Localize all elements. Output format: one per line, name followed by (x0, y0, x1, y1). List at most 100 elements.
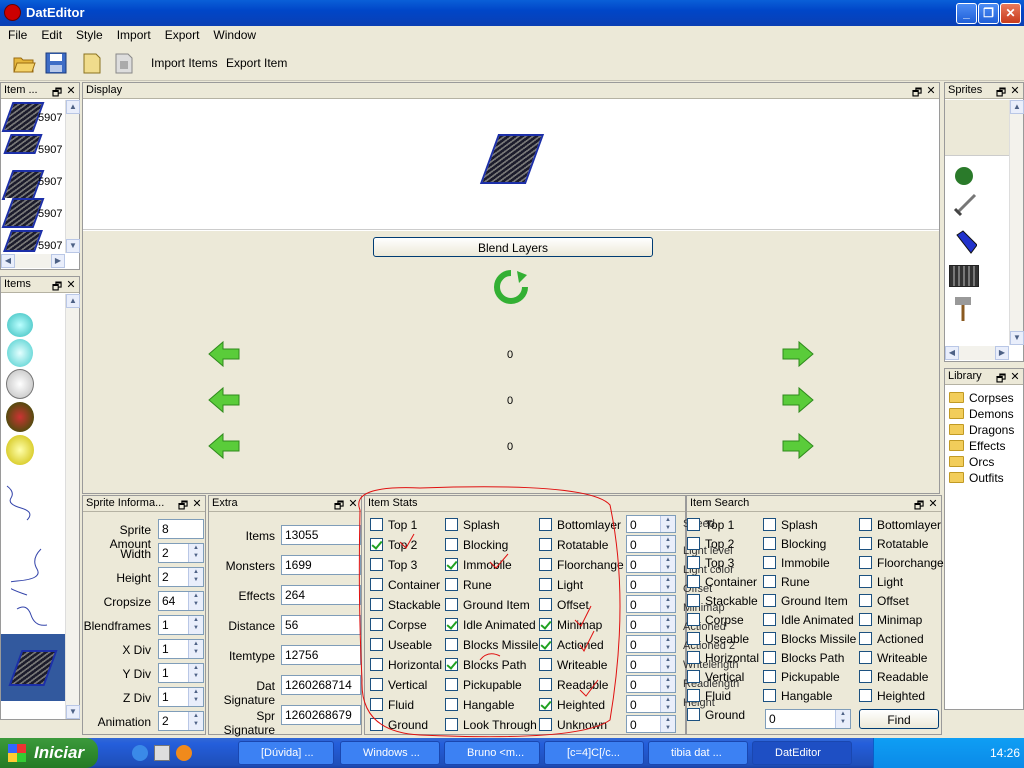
checkbox-hangable[interactable]: Hangable (445, 698, 514, 712)
search-checkbox-horizontal[interactable]: Horizontal (687, 651, 759, 665)
refresh-icon[interactable] (493, 269, 529, 305)
library-folder[interactable]: Demons (949, 407, 1014, 421)
checkbox-box[interactable] (445, 558, 458, 571)
checkbox-box[interactable] (763, 613, 776, 626)
checkbox-top-2[interactable]: Top 2 (370, 538, 417, 552)
spin-arrows-icon[interactable]: ▲ ▼ (660, 516, 675, 532)
task-button[interactable]: [c=4]C[/c... (544, 741, 644, 765)
search-value-stepper[interactable]: 0 ▲ ▼ (765, 709, 851, 729)
find-button[interactable]: Find (859, 709, 939, 729)
spin-arrows-icon[interactable]: ▲ ▼ (188, 640, 203, 658)
zdiv-stepper[interactable]: 1 ▲ ▼ (158, 687, 204, 707)
checkbox-box[interactable] (687, 556, 700, 569)
search-checkbox-rotatable[interactable]: Rotatable (859, 537, 928, 551)
checkbox-blocking[interactable]: Blocking (445, 538, 508, 552)
checkbox-box[interactable] (445, 578, 458, 591)
search-checkbox-ground-item[interactable]: Ground Item (763, 594, 848, 608)
close-icon[interactable]: ✕ (1009, 84, 1021, 97)
checkbox-corpse[interactable]: Corpse (370, 618, 427, 632)
checkbox-writeable[interactable]: Writeable (539, 658, 607, 672)
checkbox-box[interactable] (445, 698, 458, 711)
spin-arrows-icon[interactable]: ▲ ▼ (660, 616, 675, 632)
sprites-hscroll[interactable]: ◀ ▶ (945, 346, 1009, 360)
checkbox-box[interactable] (859, 613, 872, 626)
width-stepper[interactable]: 2 ▲ ▼ (158, 543, 204, 563)
search-checkbox-blocks-path[interactable]: Blocks Path (763, 651, 844, 665)
menu-edit[interactable]: Edit (33, 26, 68, 42)
checkbox-box[interactable] (859, 537, 872, 550)
open-folder-icon[interactable] (12, 51, 36, 75)
checkbox-floorchange[interactable]: Floorchange (539, 558, 624, 572)
search-checkbox-light[interactable]: Light (859, 575, 903, 589)
spin-arrows-icon[interactable]: ▲ ▼ (660, 656, 675, 672)
search-checkbox-blocking[interactable]: Blocking (763, 537, 826, 551)
checkbox-look-through[interactable]: Look Through (445, 718, 537, 732)
gem-icon[interactable] (7, 313, 33, 337)
gem-icon[interactable] (7, 339, 33, 367)
close-icon[interactable]: ✕ (191, 497, 203, 510)
spin-arrows-icon[interactable]: ▲ ▼ (188, 664, 203, 682)
egg-icon[interactable] (6, 435, 34, 465)
checkbox-box[interactable] (445, 638, 458, 651)
spin-arrows-icon[interactable]: ▲ ▼ (660, 596, 675, 612)
search-checkbox-fluid[interactable]: Fluid (687, 689, 731, 703)
checkbox-stackable[interactable]: Stackable (370, 598, 441, 612)
search-checkbox-splash[interactable]: Splash (763, 518, 818, 532)
sprites-vscroll[interactable]: ▲ ▼ (1009, 100, 1024, 345)
checkbox-readable[interactable]: Readable (539, 678, 608, 692)
search-checkbox-heighted[interactable]: Heighted (859, 689, 925, 703)
checkbox-box[interactable] (370, 558, 383, 571)
items-count-field[interactable]: 13055 (281, 525, 361, 545)
close-icon[interactable]: ✕ (65, 84, 77, 97)
search-checkbox-offset[interactable]: Offset (859, 594, 909, 608)
spin-arrows-icon[interactable]: ▲ ▼ (660, 716, 675, 732)
restore-icon[interactable]: 🗗 (913, 497, 925, 511)
checkbox-box[interactable] (370, 698, 383, 711)
egg-icon[interactable] (6, 402, 34, 432)
task-button[interactable]: [Dúvida] ... (238, 741, 334, 765)
plant-icon[interactable] (955, 167, 973, 185)
spin-arrows-icon[interactable]: ▲ ▼ (660, 556, 675, 572)
checkbox-box[interactable] (763, 556, 776, 569)
checkbox-box[interactable] (763, 575, 776, 588)
menu-file[interactable]: File (0, 26, 33, 42)
potion-icon[interactable] (953, 229, 978, 255)
close-icon[interactable]: ✕ (925, 84, 937, 97)
arrow-right-icon[interactable] (781, 386, 815, 414)
effects-count-field[interactable]: 264 (281, 585, 361, 605)
import-icon[interactable] (80, 51, 104, 75)
item-thumb[interactable] (1, 198, 45, 230)
spin-arrows-icon[interactable]: ▲ ▼ (188, 568, 203, 586)
restore-icon[interactable]: 🗗 (995, 84, 1007, 98)
spin-arrows-icon[interactable]: ▲ ▼ (188, 712, 203, 730)
checkbox-box[interactable] (859, 556, 872, 569)
checkbox-box[interactable] (539, 698, 552, 711)
arrow-right-icon[interactable] (781, 432, 815, 460)
axe-icon[interactable] (953, 293, 975, 323)
library-folder[interactable]: Effects (949, 439, 1005, 453)
checkbox-vertical[interactable]: Vertical (370, 678, 427, 692)
search-checkbox-container[interactable]: Container (687, 575, 757, 589)
spin-arrows-icon[interactable]: ▲ ▼ (188, 544, 203, 562)
sprite-amount-field[interactable]: 8 (158, 519, 204, 539)
checkbox-box[interactable] (763, 518, 776, 531)
height-stepper[interactable]: 2 ▲ ▼ (158, 567, 204, 587)
grate-icon[interactable] (949, 265, 979, 287)
checkbox-box[interactable] (445, 678, 458, 691)
restore-icon[interactable]: 🗗 (911, 84, 923, 98)
checkbox-box[interactable] (687, 689, 700, 702)
stat-value-stepper[interactable]: 0 ▲ ▼ (626, 635, 676, 653)
import-items-button[interactable]: Import Items (151, 56, 218, 70)
item-panel-vscroll[interactable]: ▲ ▼ (65, 100, 80, 253)
checkbox-box[interactable] (687, 708, 700, 721)
search-checkbox-top-2[interactable]: Top 2 (687, 537, 734, 551)
xdiv-stepper[interactable]: 1 ▲ ▼ (158, 639, 204, 659)
checkbox-box[interactable] (763, 594, 776, 607)
selected-item[interactable] (1, 634, 65, 701)
library-folder[interactable]: Orcs (949, 455, 994, 469)
checkbox-splash[interactable]: Splash (445, 518, 500, 532)
checkbox-box[interactable] (687, 575, 700, 588)
checkbox-box[interactable] (370, 578, 383, 591)
close-icon[interactable]: ✕ (1009, 370, 1021, 383)
menu-style[interactable]: Style (68, 26, 109, 42)
